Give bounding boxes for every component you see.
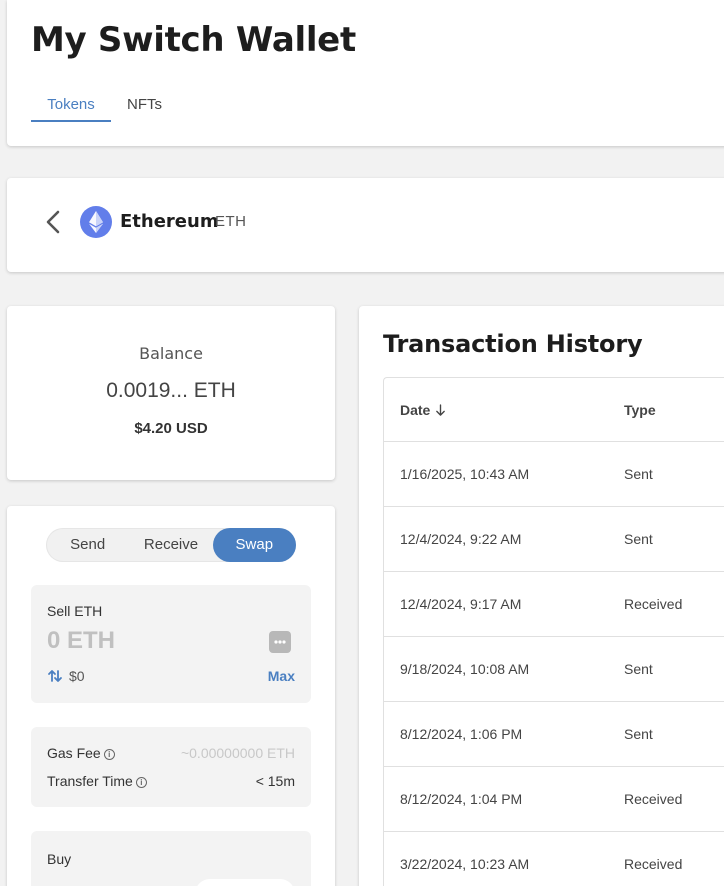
page-title: My Switch Wallet bbox=[31, 20, 356, 60]
date-header-label: Date bbox=[400, 402, 431, 418]
fee-panel: Gas Fee i ~0.00000000 ETH Transfer Time i … bbox=[31, 727, 311, 807]
wallet-header: My Switch Wallet Tokens NFTs bbox=[7, 0, 724, 146]
date-column-header[interactable]: Date bbox=[400, 402, 446, 418]
tx-type: Sent bbox=[624, 661, 653, 677]
tx-date: 12/4/2024, 9:17 AM bbox=[400, 596, 522, 612]
buy-label: Buy bbox=[47, 851, 72, 867]
history-title: Transaction History bbox=[383, 330, 643, 358]
table-row[interactable]: 1/16/2025, 10:43 AM Sent bbox=[384, 442, 724, 507]
balance-card: Balance 0.0019... ETH $4.20 USD bbox=[7, 306, 335, 480]
table-row[interactable]: 12/4/2024, 9:22 AM Sent bbox=[384, 507, 724, 572]
transaction-table: Date Type 1/16/2025, 10:43 AM Sent 12/4/… bbox=[383, 377, 724, 886]
swap-direction-icon[interactable] bbox=[47, 668, 63, 684]
send-tab[interactable]: Send bbox=[46, 528, 129, 562]
sell-amount-input[interactable] bbox=[47, 627, 247, 655]
transfer-time-label: Transfer Time bbox=[47, 773, 133, 789]
balance-amount: 0.0019... ETH bbox=[106, 379, 236, 402]
transfer-time-value: < 15m bbox=[255, 773, 295, 789]
tab-tokens[interactable]: Tokens bbox=[31, 94, 111, 122]
table-row[interactable]: 12/4/2024, 9:17 AM Received bbox=[384, 572, 724, 637]
type-column-header[interactable]: Type bbox=[624, 402, 656, 418]
max-button[interactable]: Max bbox=[268, 668, 295, 684]
info-icon[interactable]: i bbox=[103, 749, 115, 760]
tx-type: Sent bbox=[624, 726, 653, 742]
action-segmented-control: Send Receive Swap bbox=[46, 528, 296, 562]
action-card: Send Receive Swap Sell ETH $0 Max Gas Fe… bbox=[7, 506, 335, 886]
table-row[interactable]: 8/12/2024, 1:04 PM Received bbox=[384, 767, 724, 832]
tx-type: Sent bbox=[624, 531, 653, 547]
buy-token-selector[interactable] bbox=[195, 879, 295, 886]
ethereum-logo-icon bbox=[80, 206, 112, 238]
sort-arrow-down-icon[interactable] bbox=[435, 402, 446, 418]
table-header-row: Date Type bbox=[384, 378, 724, 442]
buy-panel: Buy bbox=[31, 831, 311, 886]
balance-usd: $4.20 USD bbox=[134, 420, 208, 437]
more-options-icon[interactable] bbox=[269, 631, 291, 653]
tx-date: 9/18/2024, 10:08 AM bbox=[400, 661, 530, 677]
sell-label: Sell ETH bbox=[47, 603, 103, 619]
table-row[interactable]: 3/22/2024, 10:23 AM Received bbox=[384, 832, 724, 886]
tx-date: 3/22/2024, 10:23 AM bbox=[400, 856, 530, 872]
table-row[interactable]: 8/12/2024, 1:06 PM Sent bbox=[384, 702, 724, 767]
tx-date: 1/16/2025, 10:43 AM bbox=[400, 466, 530, 482]
receive-tab[interactable]: Receive bbox=[129, 528, 212, 562]
balance-label: Balance bbox=[139, 344, 203, 363]
tx-type: Received bbox=[624, 791, 683, 807]
sell-panel: Sell ETH $0 Max bbox=[31, 585, 311, 703]
info-icon[interactable]: i bbox=[135, 777, 147, 788]
tx-type: Received bbox=[624, 856, 683, 872]
gas-fee-row: Gas Fee i ~0.00000000 ETH bbox=[47, 745, 295, 761]
tx-date: 8/12/2024, 1:06 PM bbox=[400, 726, 523, 742]
tx-type: Sent bbox=[624, 466, 653, 482]
transfer-time-row: Transfer Time i < 15m bbox=[47, 773, 295, 789]
gas-fee-value: ~0.00000000 ETH bbox=[180, 745, 295, 761]
token-symbol: ETH bbox=[215, 213, 247, 230]
back-chevron-icon[interactable] bbox=[41, 208, 65, 236]
sell-usd-value: $0 bbox=[69, 668, 85, 684]
tx-date: 8/12/2024, 1:04 PM bbox=[400, 791, 523, 807]
gas-fee-label: Gas Fee bbox=[47, 745, 101, 761]
tab-nfts[interactable]: NFTs bbox=[127, 94, 162, 122]
token-header: Ethereum ETH bbox=[7, 178, 724, 272]
transaction-history-card: Transaction History Date Type 1/16/2025,… bbox=[359, 306, 724, 886]
table-row[interactable]: 9/18/2024, 10:08 AM Sent bbox=[384, 637, 724, 702]
swap-tab[interactable]: Swap bbox=[212, 528, 296, 562]
tx-type: Received bbox=[624, 596, 683, 612]
token-name: Ethereum bbox=[120, 211, 219, 232]
tx-date: 12/4/2024, 9:22 AM bbox=[400, 531, 522, 547]
